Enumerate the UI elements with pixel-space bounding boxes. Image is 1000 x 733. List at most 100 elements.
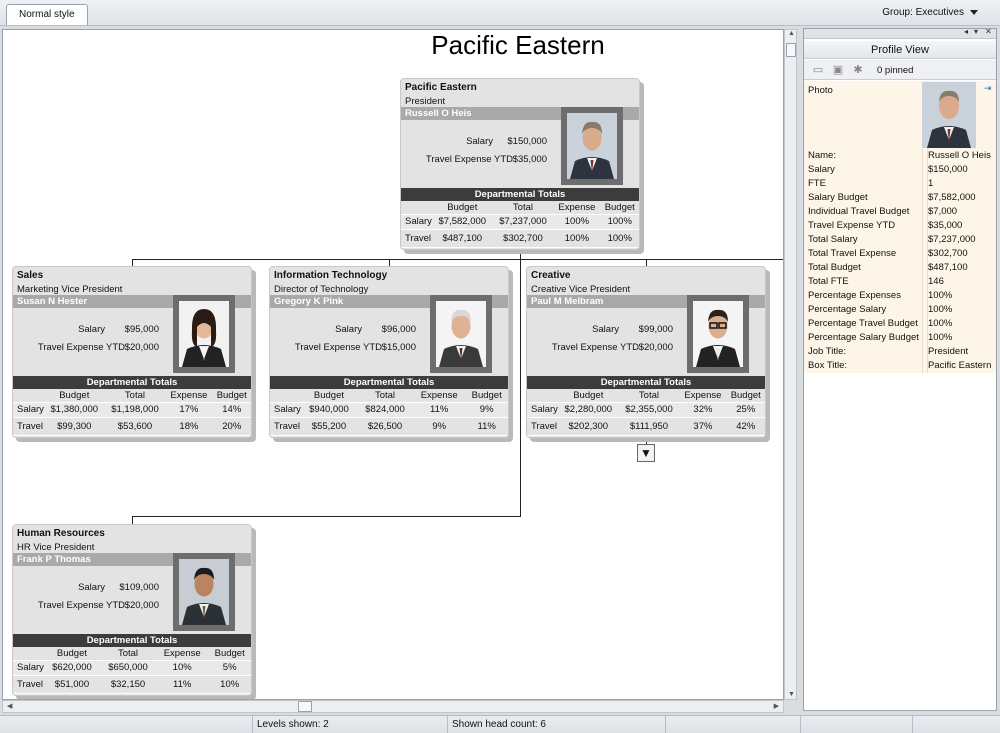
blank-header-cell: [401, 202, 432, 214]
property-value: $35,000: [927, 219, 963, 233]
property-row[interactable]: FTE 1: [804, 177, 996, 191]
status-bar: Levels shown: 2 Shown head count: 6: [0, 715, 1000, 733]
property-row[interactable]: Total FTE 146: [804, 275, 996, 289]
cell: $2,280,000: [557, 401, 619, 418]
col-budget-pct: Budget: [214, 648, 245, 660]
travel-value: $35,000: [512, 154, 547, 165]
status-segment: [912, 716, 1000, 733]
settings-icon[interactable]: ✱: [851, 64, 865, 76]
property-row[interactable]: Salary Budget $7,582,000: [804, 191, 996, 205]
salary-label: Salary: [78, 324, 105, 335]
card-department: Information Technology: [274, 270, 388, 281]
expand-children-button[interactable]: ▼: [637, 444, 655, 462]
property-row[interactable]: Name: Russell O Heis: [804, 149, 996, 163]
travel-label: Travel Expense YTD: [294, 342, 382, 353]
card-department: Creative: [531, 270, 571, 281]
property-key: Individual Travel Budget: [808, 206, 910, 217]
connector-line: [520, 248, 521, 517]
salary-label: Salary: [78, 582, 105, 593]
property-row[interactable]: Travel Expense YTD $35,000: [804, 219, 996, 233]
property-row[interactable]: Salary $150,000: [804, 163, 996, 177]
property-key: Salary: [808, 164, 835, 175]
property-key: Name:: [808, 150, 836, 161]
blank-header-cell: [270, 390, 301, 402]
property-key: FTE: [808, 178, 826, 189]
property-value: Russell O Heis: [927, 149, 991, 163]
panel-menu-icon[interactable]: ▾: [974, 27, 978, 36]
travel-label: Travel Expense YTD: [37, 342, 125, 353]
org-chart-canvas[interactable]: Pacific Eastern Pacific Eastern Presiden…: [2, 29, 784, 700]
cell: $620,000: [43, 659, 100, 676]
departmental-totals-header: Departmental Totals: [270, 376, 508, 389]
scroll-left-icon[interactable]: ◀: [7, 701, 12, 712]
scroll-thumb[interactable]: [786, 43, 796, 57]
property-row[interactable]: Box Title: Pacific Eastern: [804, 359, 996, 373]
property-key: Travel Expense YTD: [808, 220, 896, 231]
card-department: Pacific Eastern: [405, 82, 477, 93]
tab-normal-style[interactable]: Normal style: [6, 4, 88, 25]
vertical-scrollbar[interactable]: ▲ ▼: [784, 29, 797, 700]
property-row[interactable]: Percentage Salary Budget 100%: [804, 331, 996, 345]
row-label-salary: Salary: [13, 401, 44, 418]
org-card-it[interactable]: Information Technology Director of Techn…: [269, 266, 509, 438]
horizontal-scrollbar[interactable]: ◀ ▶: [2, 700, 784, 713]
card-department: Human Resources: [17, 528, 105, 539]
property-value: $7,000: [927, 205, 958, 219]
row-label-travel: Travel: [270, 417, 301, 436]
org-card-ceo[interactable]: Pacific Eastern President Russell O Heis…: [400, 78, 640, 250]
card-department: Sales: [17, 270, 44, 281]
salary-value: $96,000: [381, 324, 416, 335]
org-card-sales[interactable]: Sales Marketing Vice President Susan N H…: [12, 266, 252, 438]
property-row[interactable]: Job Title: President: [804, 345, 996, 359]
card-role: Creative Vice President: [531, 284, 631, 295]
property-value: $487,100: [927, 261, 968, 275]
property-value: $7,237,000: [927, 233, 976, 247]
org-card-creative[interactable]: Creative Creative Vice President Paul M …: [526, 266, 766, 438]
salary-value: $95,000: [124, 324, 159, 335]
property-row[interactable]: Percentage Travel Budget 100%: [804, 317, 996, 331]
unpin-icon[interactable]: ▭: [811, 64, 825, 76]
scroll-down-icon[interactable]: ▼: [788, 691, 795, 698]
property-row[interactable]: Total Salary $7,237,000: [804, 233, 996, 247]
pin-icon[interactable]: ⇥: [984, 83, 992, 94]
row-label-salary: Salary: [527, 401, 558, 418]
cell: $51,000: [43, 675, 100, 694]
cell: $202,300: [557, 417, 619, 436]
group-selector[interactable]: Group: Executives: [882, 7, 978, 18]
row-label-salary: Salary: [13, 659, 44, 676]
cell: $7,582,000: [431, 213, 493, 230]
property-key: Job Title:: [808, 346, 847, 357]
status-segment: [665, 716, 800, 733]
cell: 10%: [156, 659, 209, 676]
group-label: Group: Executives: [882, 7, 964, 18]
travel-label: Travel Expense YTD: [37, 600, 125, 611]
property-row[interactable]: Percentage Salary 100%: [804, 303, 996, 317]
property-key: Total Salary: [808, 234, 858, 245]
card-role: Marketing Vice President: [17, 284, 123, 295]
cell: 11%: [465, 417, 508, 436]
totals-table: Budget Total Expense Budget Salary $2,28…: [527, 390, 765, 436]
chevron-down-icon: [970, 9, 978, 15]
salary-label: Salary: [335, 324, 362, 335]
property-row[interactable]: Individual Travel Budget $7,000: [804, 205, 996, 219]
org-card-hr[interactable]: Human Resources HR Vice President Frank …: [12, 524, 252, 696]
card-role: Director of Technology: [274, 284, 369, 295]
property-row[interactable]: Total Budget $487,100: [804, 261, 996, 275]
property-row[interactable]: Percentage Expenses 100%: [804, 289, 996, 303]
row-label-travel: Travel: [13, 675, 44, 694]
property-row[interactable]: Total Travel Expense $302,700: [804, 247, 996, 261]
salary-value: $109,000: [119, 582, 159, 593]
cell: 14%: [212, 401, 251, 418]
pin-panel-icon[interactable]: ◂: [964, 27, 968, 36]
copy-icon[interactable]: ▣: [831, 64, 845, 76]
col-total: Total: [124, 390, 145, 402]
scroll-up-icon[interactable]: ▲: [788, 30, 795, 37]
connector-line: [132, 259, 783, 260]
close-icon[interactable]: ✕: [985, 27, 992, 36]
col-budget-pct: Budget: [471, 390, 502, 402]
scroll-right-icon[interactable]: ▶: [774, 701, 779, 712]
property-key: Percentage Expenses: [808, 290, 901, 301]
scroll-thumb[interactable]: [298, 701, 312, 712]
cell: 42%: [726, 417, 765, 436]
cell: $111,950: [618, 417, 680, 436]
